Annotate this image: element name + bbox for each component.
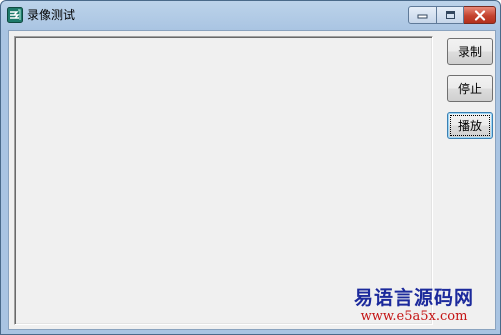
watermark-title: 易语言源码网 — [353, 287, 474, 309]
main-window: 录像测试 录制 停止 播放 易语言源码网 www.e5a5x.com — [0, 0, 501, 335]
stop-button[interactable]: 停止 — [447, 75, 493, 102]
minimize-icon — [417, 14, 428, 19]
title-bar[interactable]: 录像测试 — [1, 1, 500, 29]
play-button[interactable]: 播放 — [447, 112, 493, 139]
minimize-button[interactable] — [408, 6, 437, 24]
maximize-icon — [445, 11, 455, 19]
video-display-panel — [14, 36, 433, 325]
watermark-url: www.e5a5x.com — [360, 309, 468, 324]
maximize-button[interactable] — [437, 6, 464, 24]
site-watermark: 易语言源码网 www.e5a5x.com — [339, 287, 489, 324]
caption-buttons — [408, 6, 496, 24]
close-button[interactable] — [464, 6, 496, 24]
window-title: 录像测试 — [27, 8, 76, 22]
client-area: 录制 停止 播放 — [8, 30, 496, 330]
close-icon — [474, 9, 485, 21]
record-button[interactable]: 录制 — [447, 38, 493, 65]
app-logo-icon — [7, 7, 23, 23]
